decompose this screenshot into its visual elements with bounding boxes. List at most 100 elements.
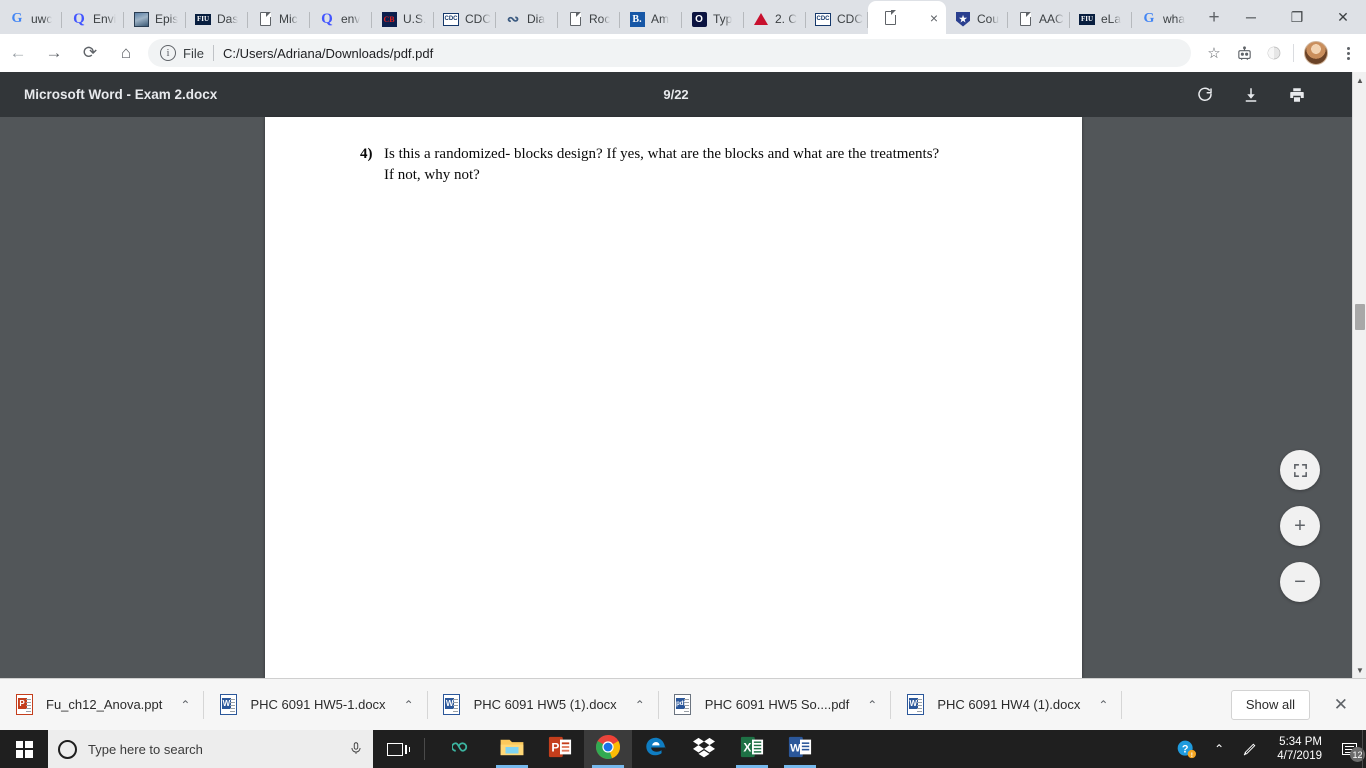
- download-file-name: PHC 6091 HW4 (1).docx: [937, 697, 1081, 712]
- show-hidden-icons-chevron[interactable]: ⌃: [1205, 742, 1233, 756]
- download-menu-caret-icon[interactable]: ⌃: [1098, 698, 1108, 712]
- browser-tab[interactable]: CDC CDC: [806, 4, 868, 34]
- download-item[interactable]: W PHC 6091 HW5-1.docx ⌃: [204, 679, 428, 731]
- browser-tab[interactable]: ★ Cou: [946, 4, 1008, 34]
- browser-tab[interactable]: Mic: [248, 4, 310, 34]
- browser-tab-active[interactable]: ×: [868, 1, 946, 34]
- blackboard-icon: B.: [629, 11, 645, 27]
- tab-label: AAC: [1039, 12, 1064, 26]
- download-item[interactable]: pdf PHC 6091 HW5 So....pdf ⌃: [659, 679, 892, 731]
- print-icon[interactable]: [1286, 84, 1308, 106]
- browser-tab[interactable]: AAC: [1008, 4, 1070, 34]
- forward-icon[interactable]: →: [36, 35, 72, 71]
- vertical-scrollbar[interactable]: ▲ ▼: [1352, 72, 1366, 678]
- action-center-button[interactable]: 12: [1332, 730, 1366, 768]
- word-icon: W: [218, 694, 238, 716]
- info-icon[interactable]: i: [160, 45, 176, 61]
- taskbar-app-file-explorer[interactable]: [488, 730, 536, 768]
- download-item-list: P Fu_ch12_Anova.ppt ⌃ W PHC 6091 HW5-1.docx ⌃…: [0, 679, 1123, 731]
- bookmark-star-icon[interactable]: ☆: [1199, 37, 1229, 69]
- close-download-bar-button[interactable]: ✕: [1334, 695, 1348, 715]
- download-item[interactable]: W PHC 6091 HW4 (1).docx ⌃: [891, 679, 1123, 731]
- svg-text:P: P: [551, 740, 559, 754]
- browser-tab[interactable]: FIU eLa: [1070, 4, 1132, 34]
- taskbar-app-edge[interactable]: [632, 730, 680, 768]
- download-icon[interactable]: [1240, 84, 1262, 106]
- tab-label: uwc: [31, 12, 53, 26]
- taskbar-app-excel[interactable]: X: [728, 730, 776, 768]
- browser-tab[interactable]: Guwc: [0, 4, 62, 34]
- download-item[interactable]: P Fu_ch12_Anova.ppt ⌃: [0, 679, 205, 731]
- taskbar-app-dropbox[interactable]: [680, 730, 728, 768]
- taskbar-app-word[interactable]: W: [776, 730, 824, 768]
- back-button[interactable]: ←: [0, 35, 36, 71]
- browser-tab[interactable]: B. Am: [620, 4, 682, 34]
- download-menu-caret-icon[interactable]: ⌃: [635, 698, 645, 712]
- tab-close-icon[interactable]: ×: [926, 10, 942, 26]
- moon-extension-icon[interactable]: [1259, 37, 1289, 69]
- taskbar-clock[interactable]: 5:34 PM 4/7/2019: [1267, 735, 1332, 764]
- oxford-icon: O: [691, 11, 707, 27]
- download-menu-caret-icon[interactable]: ⌃: [404, 698, 414, 712]
- microphone-icon[interactable]: [349, 741, 363, 758]
- cortana-circle-icon[interactable]: [58, 739, 77, 759]
- scroll-up-arrow[interactable]: ▲: [1353, 72, 1366, 88]
- tab-label: U.S.: [403, 12, 427, 26]
- document-icon: [567, 11, 583, 27]
- show-all-downloads-button[interactable]: Show all: [1230, 689, 1310, 720]
- browser-tab[interactable]: Gwha: [1132, 4, 1194, 34]
- maximize-window-button[interactable]: ❐: [1274, 0, 1320, 34]
- zoom-in-button[interactable]: +: [1280, 506, 1320, 546]
- taskbar-app-office[interactable]: [440, 730, 488, 768]
- browser-toolbar: ← → ⟳ ⌂ i File C:/Users/Adriana/Download…: [0, 34, 1366, 72]
- zoom-out-button[interactable]: −: [1280, 562, 1320, 602]
- svg-text:X: X: [743, 740, 751, 754]
- address-bar[interactable]: i File C:/Users/Adriana/Downloads/pdf.pd…: [148, 39, 1191, 67]
- start-button[interactable]: [0, 730, 48, 768]
- fiu-icon: FIU: [1079, 13, 1095, 25]
- show-desktop-button[interactable]: [1362, 730, 1366, 768]
- window-controls: ─ ❐ ✕: [1228, 0, 1366, 34]
- browser-tab[interactable]: CB U.S.: [372, 4, 434, 34]
- reload-icon[interactable]: ⟳: [72, 35, 108, 71]
- browser-tab[interactable]: ∾ Dia: [496, 4, 558, 34]
- tab-label: Cou: [977, 12, 1000, 26]
- svg-text:?: ?: [1182, 743, 1189, 755]
- home-icon[interactable]: ⌂: [108, 35, 144, 71]
- download-menu-caret-icon[interactable]: ⌃: [180, 698, 190, 712]
- file-explorer-icon: [499, 736, 525, 763]
- url-text: C:/Users/Adriana/Downloads/pdf.pdf: [222, 45, 434, 61]
- task-view-icon: [387, 742, 410, 756]
- browser-tab[interactable]: 2. C: [744, 4, 806, 34]
- download-item[interactable]: W PHC 6091 HW5 (1).docx ⌃: [428, 679, 659, 731]
- browser-tab[interactable]: Epis: [124, 4, 186, 34]
- download-menu-caret-icon[interactable]: ⌃: [867, 698, 877, 712]
- browser-tab[interactable]: Q Envi: [62, 4, 124, 34]
- chrome-menu-icon[interactable]: [1334, 37, 1362, 69]
- close-window-button[interactable]: ✕: [1320, 0, 1366, 34]
- browser-tab[interactable]: Qenv: [310, 4, 372, 34]
- new-tab-button[interactable]: +: [1200, 4, 1228, 32]
- scrollbar-thumb[interactable]: [1355, 304, 1365, 330]
- rotate-icon[interactable]: [1194, 84, 1216, 106]
- pen-icon[interactable]: [1233, 741, 1267, 757]
- office-infinity-icon: [451, 737, 476, 762]
- fit-to-page-button[interactable]: [1280, 450, 1320, 490]
- browser-tab[interactable]: FIU Das: [186, 4, 248, 34]
- word-icon: W: [788, 735, 812, 764]
- help-notification-icon[interactable]: ? !: [1167, 739, 1205, 759]
- dropbox-icon: [692, 736, 716, 763]
- windows-taskbar: Type here to search PXW ? ! ⌃ 5:34 PM 4/…: [0, 730, 1366, 768]
- task-view-button[interactable]: [373, 730, 417, 768]
- browser-tab[interactable]: CDC CDC: [434, 4, 496, 34]
- minimize-window-button[interactable]: ─: [1228, 0, 1274, 34]
- browser-tab[interactable]: O Typ: [682, 4, 744, 34]
- scroll-down-arrow[interactable]: ▼: [1353, 662, 1366, 678]
- robot-extension-icon[interactable]: [1229, 37, 1259, 69]
- taskbar-app-chrome[interactable]: [584, 730, 632, 768]
- taskbar-search-box[interactable]: Type here to search: [48, 730, 373, 768]
- profile-avatar[interactable]: [1304, 41, 1328, 65]
- browser-tab[interactable]: Roc: [558, 4, 620, 34]
- search-input[interactable]: Type here to search: [88, 742, 349, 757]
- taskbar-app-powerpoint[interactable]: P: [536, 730, 584, 768]
